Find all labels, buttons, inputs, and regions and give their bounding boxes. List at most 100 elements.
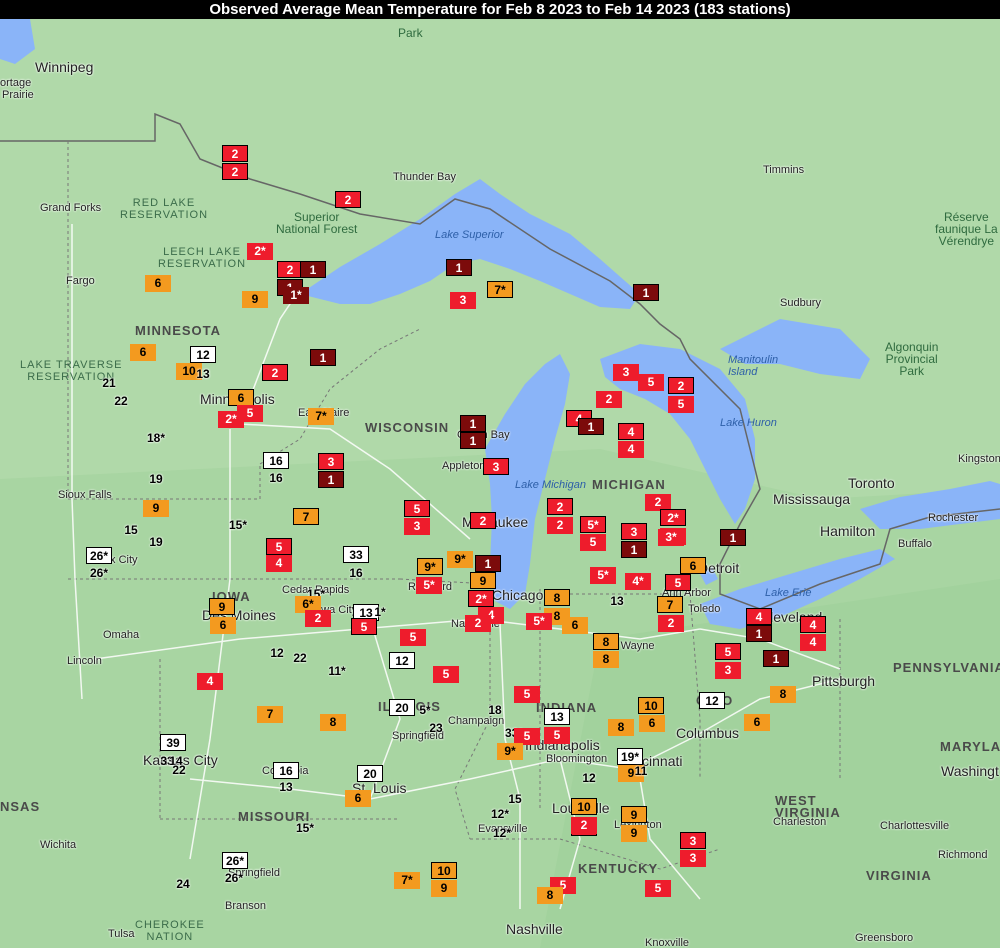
station-marker[interactable]: 1	[460, 415, 486, 432]
station-marker[interactable]: 5	[433, 666, 459, 683]
station-marker[interactable]: 18*	[143, 430, 169, 447]
station-marker[interactable]: 26*	[221, 870, 247, 887]
station-marker[interactable]: 1	[720, 529, 746, 546]
station-marker[interactable]: 9*	[417, 558, 443, 575]
station-marker[interactable]: 2	[465, 615, 491, 632]
station-marker[interactable]: 2	[596, 391, 622, 408]
station-marker[interactable]: 2	[547, 517, 573, 534]
station-marker[interactable]: 19	[143, 534, 169, 551]
station-marker[interactable]: 3	[318, 453, 344, 470]
station-marker[interactable]: 5*	[580, 516, 606, 533]
station-marker[interactable]: 12	[190, 346, 216, 363]
station-marker[interactable]: 2	[658, 615, 684, 632]
station-marker[interactable]: 5	[351, 618, 377, 635]
station-marker[interactable]: 8	[770, 686, 796, 703]
station-marker[interactable]: 1	[446, 259, 472, 276]
station-marker[interactable]: 33	[343, 546, 369, 563]
station-marker[interactable]: 5	[665, 574, 691, 591]
station-marker[interactable]: 5	[580, 534, 606, 551]
station-marker[interactable]: 12*	[487, 806, 513, 823]
station-marker[interactable]: 1*	[283, 287, 309, 304]
station-marker[interactable]: 3	[404, 518, 430, 535]
station-marker[interactable]: 16	[273, 762, 299, 779]
station-marker[interactable]: 8	[608, 719, 634, 736]
station-marker[interactable]: 9	[242, 291, 268, 308]
station-marker[interactable]: 4	[266, 555, 292, 572]
station-marker[interactable]: 15*	[225, 517, 251, 534]
station-marker[interactable]: 18	[482, 702, 508, 719]
station-marker[interactable]: 7*	[308, 408, 334, 425]
station-marker[interactable]: 9	[431, 880, 457, 897]
station-marker[interactable]: 16	[343, 565, 369, 582]
station-marker[interactable]: 26*	[222, 852, 248, 869]
station-marker[interactable]: 5*	[412, 702, 438, 719]
station-marker[interactable]: 26*	[86, 565, 112, 582]
station-marker[interactable]: 1	[746, 625, 772, 642]
station-marker[interactable]: 2	[547, 498, 573, 515]
station-marker[interactable]: 10	[638, 697, 664, 714]
station-marker[interactable]: 16	[263, 452, 289, 469]
station-marker[interactable]: 8	[537, 887, 563, 904]
station-marker[interactable]: 12*	[489, 825, 515, 842]
station-marker[interactable]: 4	[618, 423, 644, 440]
station-marker[interactable]: 3	[613, 364, 639, 381]
station-marker[interactable]: 6	[744, 714, 770, 731]
station-marker[interactable]: 3*	[658, 529, 684, 546]
station-marker[interactable]: 1	[633, 284, 659, 301]
station-marker[interactable]: 2	[335, 191, 361, 208]
station-marker[interactable]: 1	[460, 432, 486, 449]
station-marker[interactable]: 6	[145, 275, 171, 292]
map-canvas[interactable]: Winnipeg ortage Prairie Park Thunder Bay Timm…	[0, 19, 1000, 948]
station-marker[interactable]: 3	[450, 292, 476, 309]
station-marker[interactable]: 11*	[324, 663, 350, 680]
station-marker[interactable]: 5*	[416, 577, 442, 594]
station-marker[interactable]: 7	[257, 706, 283, 723]
station-marker[interactable]: 16	[263, 470, 289, 487]
station-marker[interactable]: 2	[262, 364, 288, 381]
station-marker[interactable]: 3	[715, 662, 741, 679]
station-marker[interactable]: 2	[668, 377, 694, 394]
station-marker[interactable]: 9	[621, 806, 647, 823]
station-marker[interactable]: 7	[293, 508, 319, 525]
station-marker[interactable]: 3	[483, 458, 509, 475]
station-marker[interactable]: 5	[400, 629, 426, 646]
station-marker[interactable]: 2*	[468, 590, 494, 607]
station-marker[interactable]: 13	[604, 593, 630, 610]
station-marker[interactable]: 20	[357, 765, 383, 782]
station-marker[interactable]: 22	[108, 393, 134, 410]
station-marker[interactable]: 4	[746, 608, 772, 625]
station-marker[interactable]: 8	[544, 589, 570, 606]
station-marker[interactable]: 39	[160, 734, 186, 751]
station-marker[interactable]: 1	[763, 650, 789, 667]
station-marker[interactable]: 12	[576, 770, 602, 787]
station-marker[interactable]: 7*	[394, 872, 420, 889]
station-marker[interactable]: 1	[578, 418, 604, 435]
station-marker[interactable]: 1	[318, 471, 344, 488]
station-marker[interactable]: 6	[130, 344, 156, 361]
station-marker[interactable]: 12	[699, 692, 725, 709]
station-marker[interactable]: 5	[404, 500, 430, 517]
station-marker[interactable]: 5	[266, 538, 292, 555]
station-marker[interactable]: 1	[475, 555, 501, 572]
station-marker[interactable]: 19	[143, 471, 169, 488]
station-marker[interactable]: 15*	[292, 820, 318, 837]
station-marker[interactable]: 9*	[497, 743, 523, 760]
station-marker[interactable]: 6	[562, 617, 588, 634]
station-marker[interactable]: 6	[345, 790, 371, 807]
station-marker[interactable]: 26*	[86, 547, 112, 564]
station-marker[interactable]: 5	[715, 643, 741, 660]
station-marker[interactable]: 9	[470, 572, 496, 589]
station-marker[interactable]: 9	[621, 825, 647, 842]
station-marker[interactable]: 2*	[247, 243, 273, 260]
station-marker[interactable]: 1	[300, 261, 326, 278]
station-marker[interactable]: 8	[593, 651, 619, 668]
station-marker[interactable]: 4	[197, 673, 223, 690]
station-marker[interactable]: 2	[305, 610, 331, 627]
station-marker[interactable]: 3	[680, 850, 706, 867]
station-marker[interactable]: 2	[470, 512, 496, 529]
station-marker[interactable]: 9	[143, 500, 169, 517]
station-marker[interactable]: 4*	[625, 573, 651, 590]
station-marker[interactable]: 6	[228, 389, 254, 406]
station-marker[interactable]: 2*	[660, 509, 686, 526]
station-marker[interactable]: 10	[431, 862, 457, 879]
